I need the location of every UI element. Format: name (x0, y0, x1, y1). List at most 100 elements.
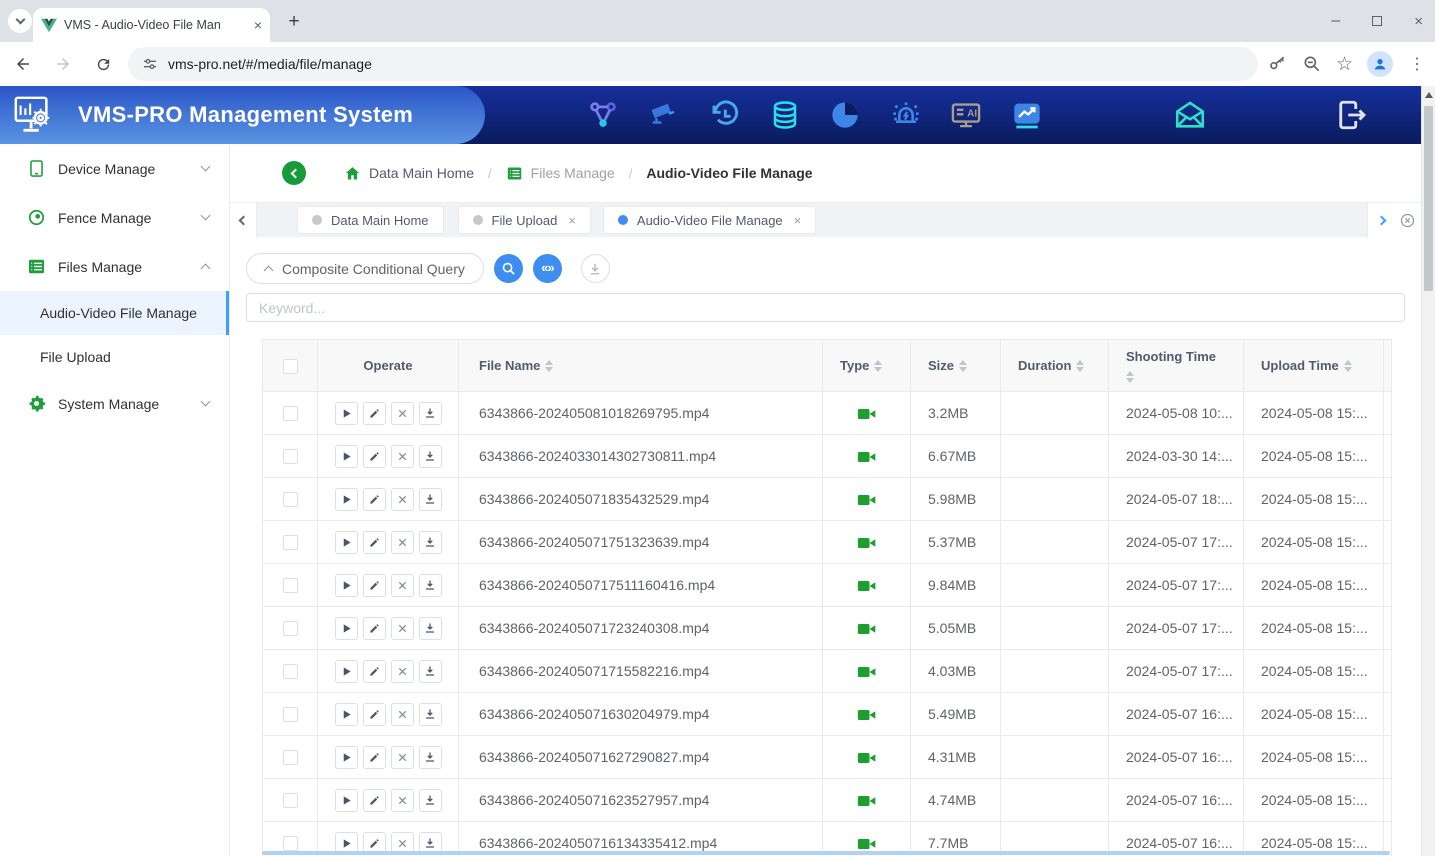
download-button[interactable] (419, 574, 442, 597)
pie-chart-icon[interactable] (827, 97, 863, 133)
page-tab-file-upload[interactable]: File Upload × (458, 206, 591, 234)
select-all-checkbox[interactable] (283, 359, 298, 374)
edit-button[interactable] (363, 789, 386, 812)
edit-button[interactable] (363, 531, 386, 554)
export-button[interactable] (581, 254, 610, 283)
edit-button[interactable] (363, 703, 386, 726)
sidebar-item-device-manage[interactable]: Device Manage (0, 144, 229, 193)
row-checkbox[interactable] (283, 750, 298, 765)
back-button[interactable] (282, 161, 306, 185)
row-checkbox[interactable] (283, 535, 298, 550)
page-tab-audio-video-file-manage[interactable]: Audio-Video File Manage × (603, 206, 816, 234)
toggle-advanced-button[interactable]: «» (533, 254, 562, 283)
play-button[interactable] (335, 746, 358, 769)
password-key-icon[interactable] (1268, 54, 1288, 74)
delete-button[interactable] (391, 488, 414, 511)
column-header-file-name[interactable]: File Name (479, 358, 540, 373)
sidebar-item-files-manage[interactable]: Files Manage (0, 242, 229, 291)
download-button[interactable] (419, 703, 442, 726)
download-button[interactable] (419, 746, 442, 769)
sort-icon[interactable] (545, 360, 553, 372)
browser-tab[interactable]: VMS - Audio-Video File Man × (33, 8, 270, 42)
back-icon[interactable] (6, 47, 40, 81)
mail-icon[interactable] (1172, 97, 1208, 133)
site-settings-icon[interactable] (142, 56, 158, 72)
row-checkbox[interactable] (283, 793, 298, 808)
edit-button[interactable] (363, 617, 386, 640)
download-button[interactable] (419, 445, 442, 468)
forward-icon[interactable] (46, 47, 80, 81)
edit-button[interactable] (363, 402, 386, 425)
breadcrumb-files-manage[interactable]: Files Manage (506, 165, 615, 182)
play-button[interactable] (335, 574, 358, 597)
breadcrumb-files-label[interactable]: Files Manage (531, 165, 615, 181)
search-button[interactable] (494, 254, 523, 283)
play-button[interactable] (335, 789, 358, 812)
tabs-close-all-button[interactable] (1394, 203, 1421, 237)
tab-search-button[interactable] (8, 9, 32, 33)
address-bar[interactable]: vms-pro.net/#/media/file/manage (128, 47, 1258, 81)
download-button[interactable] (419, 660, 442, 683)
sort-icon[interactable] (1126, 371, 1134, 383)
delete-button[interactable] (391, 703, 414, 726)
sort-icon[interactable] (874, 360, 882, 372)
row-checkbox[interactable] (283, 492, 298, 507)
play-button[interactable] (335, 402, 358, 425)
scroll-up-icon[interactable] (1425, 92, 1433, 98)
play-button[interactable] (335, 617, 358, 640)
history-icon[interactable] (706, 97, 742, 133)
download-button[interactable] (419, 789, 442, 812)
page-scrollbar[interactable] (1421, 86, 1435, 856)
download-button[interactable] (419, 488, 442, 511)
edit-button[interactable] (363, 445, 386, 468)
delete-button[interactable] (391, 617, 414, 640)
row-checkbox[interactable] (283, 707, 298, 722)
edit-button[interactable] (363, 488, 386, 511)
profile-avatar[interactable] (1367, 51, 1393, 77)
tab-close-icon[interactable]: × (254, 18, 262, 32)
database-icon[interactable] (767, 97, 803, 133)
column-header-shooting-time[interactable]: Shooting Time (1126, 349, 1216, 364)
page-tab-data-main-home[interactable]: Data Main Home (297, 206, 444, 234)
composite-query-button[interactable]: Composite Conditional Query (246, 253, 484, 284)
delete-button[interactable] (391, 574, 414, 597)
delete-button[interactable] (391, 531, 414, 554)
horizontal-scrollbar[interactable] (262, 851, 1390, 855)
play-button[interactable] (335, 703, 358, 726)
sidebar-item-system-manage[interactable]: System Manage (0, 379, 229, 428)
column-header-type[interactable]: Type (840, 358, 869, 373)
column-header-size[interactable]: Size (928, 358, 954, 373)
cctv-camera-icon[interactable] (646, 97, 682, 133)
tabs-scroll-left-button[interactable] (230, 203, 257, 237)
row-checkbox[interactable] (283, 449, 298, 464)
bookmark-star-icon[interactable]: ☆ (1336, 53, 1353, 76)
zoom-icon[interactable] (1302, 54, 1322, 74)
sidebar-item-fence-manage[interactable]: Fence Manage (0, 193, 229, 242)
row-checkbox[interactable] (283, 621, 298, 636)
row-checkbox[interactable] (283, 406, 298, 421)
download-button[interactable] (419, 617, 442, 640)
tab-close-icon[interactable]: × (568, 213, 576, 228)
keyword-input[interactable] (246, 293, 1405, 322)
download-button[interactable] (419, 531, 442, 554)
row-checkbox[interactable] (283, 664, 298, 679)
delete-button[interactable] (391, 789, 414, 812)
delete-button[interactable] (391, 445, 414, 468)
sort-icon[interactable] (959, 360, 967, 372)
logout-icon[interactable] (1334, 97, 1370, 133)
tab-close-icon[interactable]: × (794, 213, 802, 228)
column-header-upload-time[interactable]: Upload Time (1261, 358, 1339, 373)
column-header-duration[interactable]: Duration (1018, 358, 1071, 373)
maximize-icon[interactable] (1372, 16, 1382, 26)
tabs-scroll-right-button[interactable] (1367, 203, 1394, 237)
ai-monitor-icon[interactable]: AI (948, 97, 984, 133)
new-tab-button[interactable]: + (282, 10, 306, 34)
breadcrumb-home-label[interactable]: Data Main Home (369, 165, 474, 181)
reload-icon[interactable] (86, 47, 120, 81)
browser-menu-icon[interactable]: ⋮ (1409, 54, 1425, 74)
share-network-icon[interactable] (585, 97, 621, 133)
play-button[interactable] (335, 660, 358, 683)
play-button[interactable] (335, 531, 358, 554)
row-checkbox[interactable] (283, 836, 298, 851)
window-close-icon[interactable]: × (1414, 13, 1423, 30)
